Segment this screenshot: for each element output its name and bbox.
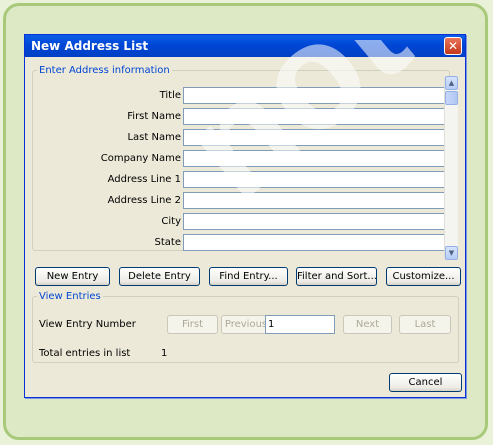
scrollbar-thumb[interactable]	[445, 91, 458, 105]
field-row-address-line-2: Address Line 2	[37, 191, 449, 211]
address-scrollbar[interactable]: ▲ ▼	[444, 76, 458, 260]
find-entry-button[interactable]: Find Entry...	[209, 267, 288, 286]
arrow-up-icon[interactable]: ▲	[445, 76, 458, 90]
field-row-company-name: Company Name	[37, 149, 449, 169]
total-entries-value: 1	[161, 348, 168, 359]
next-button[interactable]: Next	[343, 315, 392, 334]
close-icon[interactable]: ✕	[444, 37, 462, 55]
field-label: Title	[159, 90, 181, 101]
field-row-title: Title	[37, 86, 449, 106]
city-field[interactable]	[183, 213, 445, 230]
title-field[interactable]	[183, 87, 445, 104]
address-info-group: Enter Address information Title First Na…	[32, 65, 458, 260]
field-row-city: City	[37, 212, 449, 232]
cancel-button[interactable]: Cancel	[389, 373, 462, 392]
delete-entry-button[interactable]: Delete Entry	[119, 267, 200, 286]
field-row-last-name: Last Name	[37, 128, 449, 148]
total-entries-label: Total entries in list	[39, 348, 131, 359]
address-info-legend: Enter Address information	[39, 65, 170, 76]
address-fields-list: Title First Name Last Name Company Name …	[37, 86, 449, 252]
field-label: Address Line 2	[107, 195, 181, 206]
new-entry-button[interactable]: New Entry	[35, 267, 110, 286]
view-entry-number-label: View Entry Number	[39, 319, 136, 330]
field-label: Last Name	[127, 132, 181, 143]
field-label: Address Line 1	[107, 174, 181, 185]
first-name-field[interactable]	[183, 108, 445, 125]
dialog-title: New Address List	[31, 39, 149, 53]
customize-button[interactable]: Customize...	[386, 267, 461, 286]
entry-number-field[interactable]	[265, 315, 335, 334]
field-row-address-line-1: Address Line 1	[37, 170, 449, 190]
previous-button[interactable]: Previous	[221, 315, 271, 334]
field-label: State	[154, 237, 181, 248]
first-button[interactable]: First	[167, 315, 218, 334]
new-address-list-dialog: New Address List ✕ Enter Address informa…	[24, 34, 466, 398]
state-field[interactable]	[183, 234, 445, 251]
field-label: Company Name	[100, 153, 181, 164]
arrow-down-icon[interactable]: ▼	[445, 246, 458, 260]
company-name-field[interactable]	[183, 150, 445, 167]
address-line-1-field[interactable]	[183, 171, 445, 188]
filter-sort-button[interactable]: Filter and Sort...	[296, 267, 377, 286]
field-label: First Name	[127, 111, 181, 122]
view-entries-legend: View Entries	[39, 291, 101, 302]
dialog-titlebar: New Address List ✕	[25, 35, 465, 57]
field-row-first-name: First Name	[37, 107, 449, 127]
last-button[interactable]: Last	[399, 315, 451, 334]
address-line-2-field[interactable]	[183, 192, 445, 209]
field-row-state: State	[37, 233, 449, 252]
field-label: City	[161, 216, 181, 227]
last-name-field[interactable]	[183, 129, 445, 146]
